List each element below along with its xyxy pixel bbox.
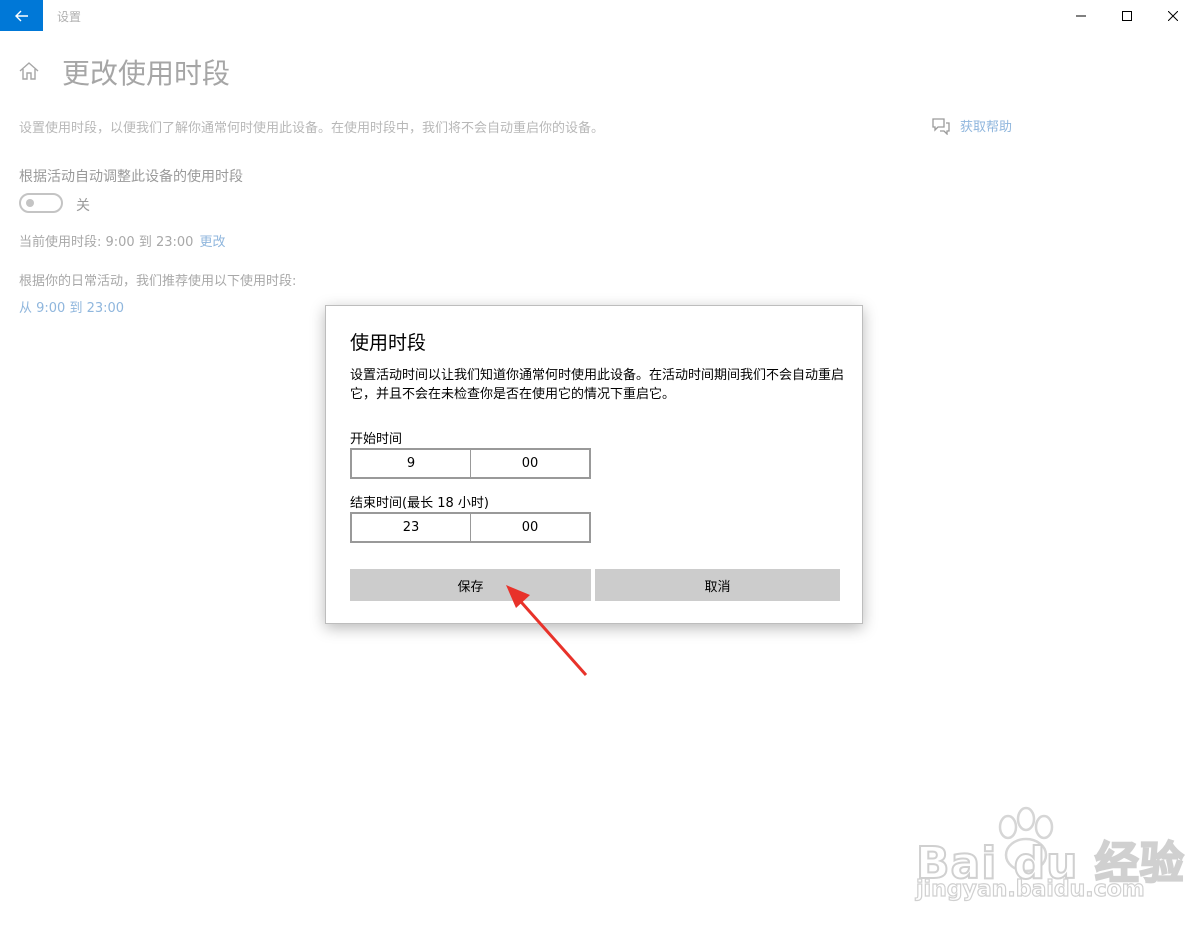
page-description: 设置使用时段，以便我们了解你通常何时使用此设备。在使用时段中，我们将不会自动重启… (19, 121, 605, 136)
maximize-icon (1122, 10, 1132, 21)
cancel-button[interactable]: 取消 (595, 569, 840, 601)
title-bar: 设置 (0, 0, 1194, 31)
close-button[interactable] (1150, 0, 1194, 31)
recommend-link[interactable]: 从 9:00 到 23:00 (19, 297, 124, 316)
help-section[interactable]: 获取帮助 (930, 116, 1012, 135)
change-link[interactable]: 更改 (199, 235, 225, 250)
end-hour[interactable]: 23 (352, 514, 470, 541)
minimize-icon (1076, 15, 1086, 16)
current-hours-text: 当前使用时段: 9:00 到 23:00 (19, 235, 194, 250)
home-icon[interactable] (18, 60, 40, 82)
auto-adjust-toggle[interactable] (19, 193, 63, 213)
current-hours: 当前使用时段: 9:00 到 23:00 更改 (19, 231, 225, 250)
end-minute[interactable]: 00 (470, 514, 589, 541)
active-hours-dialog: 使用时段 设置活动时间以让我们知道你通常何时使用此设备。在活动时间期间我们不会自… (325, 305, 863, 624)
annotation-arrow-icon (506, 585, 588, 676)
maximize-button[interactable] (1104, 0, 1150, 31)
page-title: 更改使用时段 (62, 57, 231, 90)
auto-adjust-label: 根据活动自动调整此设备的使用时段 (19, 169, 243, 185)
minimize-button[interactable] (1058, 0, 1104, 31)
recommend-label: 根据你的日常活动，我们推荐使用以下使用时段: (19, 274, 297, 289)
window-title: 设置 (57, 10, 82, 24)
toggle-knob (26, 199, 34, 207)
start-hour[interactable]: 9 (352, 450, 470, 477)
start-time-label: 开始时间 (350, 432, 403, 447)
dialog-title: 使用时段 (350, 332, 427, 354)
close-icon (1168, 10, 1178, 21)
dialog-description: 设置活动时间以让我们知道你通常何时使用此设备。在活动时间期间我们不会自动重启它，… (350, 368, 845, 402)
chat-help-icon (932, 117, 950, 135)
back-button[interactable] (0, 0, 43, 31)
toggle-state-label: 关 (76, 198, 90, 214)
back-arrow-icon (14, 10, 28, 21)
end-time-picker[interactable]: 23 00 (350, 512, 591, 543)
help-link[interactable]: 获取帮助 (960, 116, 1012, 135)
start-minute[interactable]: 00 (470, 450, 589, 477)
watermark-url: jingyan.baidu.com (915, 876, 1145, 902)
end-time-label: 结束时间(最长 18 小时) (350, 496, 489, 511)
start-time-picker[interactable]: 9 00 (350, 448, 591, 479)
baidu-watermark: Bai du 经验 jingyan.baidu.com (912, 805, 1185, 915)
